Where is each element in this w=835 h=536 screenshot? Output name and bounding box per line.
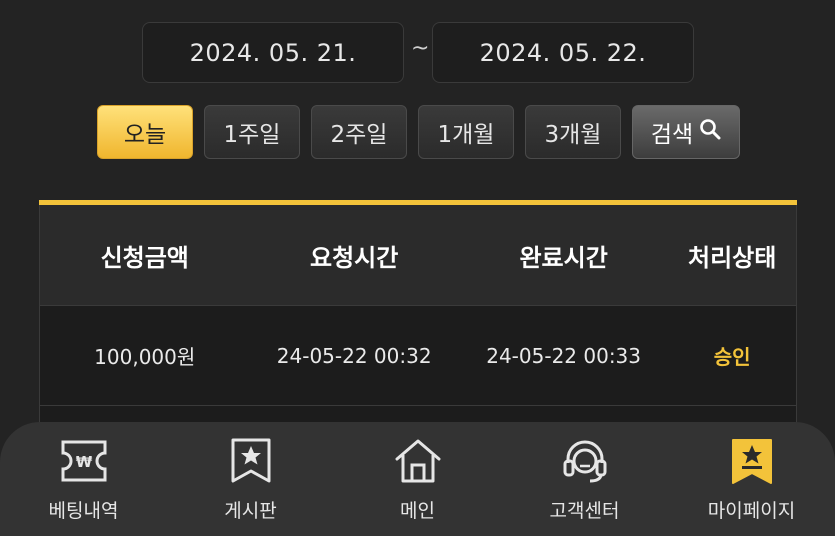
table-header-row: 신청금액 요청시간 완료시간 처리상태 (39, 205, 797, 305)
cell-request-time: 24-05-22 00:32 (276, 343, 432, 368)
search-button-label: 검색 (650, 122, 694, 148)
period-today-button[interactable]: 오늘 (97, 105, 193, 159)
headset-icon (559, 436, 611, 486)
period-2week-button[interactable]: 2주일 (311, 105, 407, 159)
period-1week-button[interactable]: 1주일 (204, 105, 300, 159)
home-icon (392, 436, 444, 486)
header-request-time: 요청시간 (310, 243, 399, 272)
period-3month-button[interactable]: 3개월 (525, 105, 621, 159)
date-separator: ~ (411, 36, 430, 61)
nav-label: 베팅내역 (48, 500, 119, 522)
svg-text:₩: ₩ (75, 453, 92, 471)
ticket-won-icon: ₩ (58, 436, 110, 486)
search-button[interactable]: 검색 (632, 105, 740, 159)
history-table: 신청금액 요청시간 완료시간 처리상태 100,000원 24-05-22 00… (39, 200, 797, 435)
cell-status: 승인 (713, 345, 751, 369)
nav-main[interactable]: 메인 (334, 422, 501, 536)
table-row: 100,000원 24-05-22 00:32 24-05-22 00:33 승… (39, 305, 797, 405)
nav-betting-history[interactable]: ₩ 베팅내역 (0, 422, 167, 536)
header-amount: 신청금액 (100, 243, 189, 272)
cell-complete-time: 24-05-22 00:33 (486, 343, 642, 368)
end-date-field[interactable]: 2024. 05. 22. (432, 22, 694, 83)
nav-label: 게시판 (224, 500, 277, 522)
board-star-icon (225, 436, 277, 486)
cell-amount: 100,000원 (94, 345, 196, 369)
search-icon (699, 118, 721, 146)
start-date-field[interactable]: 2024. 05. 21. (142, 22, 404, 83)
nav-mypage[interactable]: 마이페이지 (668, 422, 835, 536)
nav-label: 고객센터 (549, 500, 620, 522)
nav-label: 메인 (400, 500, 435, 522)
period-1month-button[interactable]: 1개월 (418, 105, 514, 159)
header-complete-time: 완료시간 (519, 243, 608, 272)
mypage-badge-icon (726, 436, 778, 486)
nav-board[interactable]: 게시판 (167, 422, 334, 536)
date-range: 2024. 05. 21. ~ 2024. 05. 22. (142, 22, 695, 83)
nav-label: 마이페이지 (707, 500, 796, 522)
header-status: 처리상태 (688, 243, 777, 272)
nav-customer-center[interactable]: 고객센터 (501, 422, 668, 536)
bottom-navigation: ₩ 베팅내역 게시판 메인 고객센터 마이페이지 (0, 422, 835, 536)
